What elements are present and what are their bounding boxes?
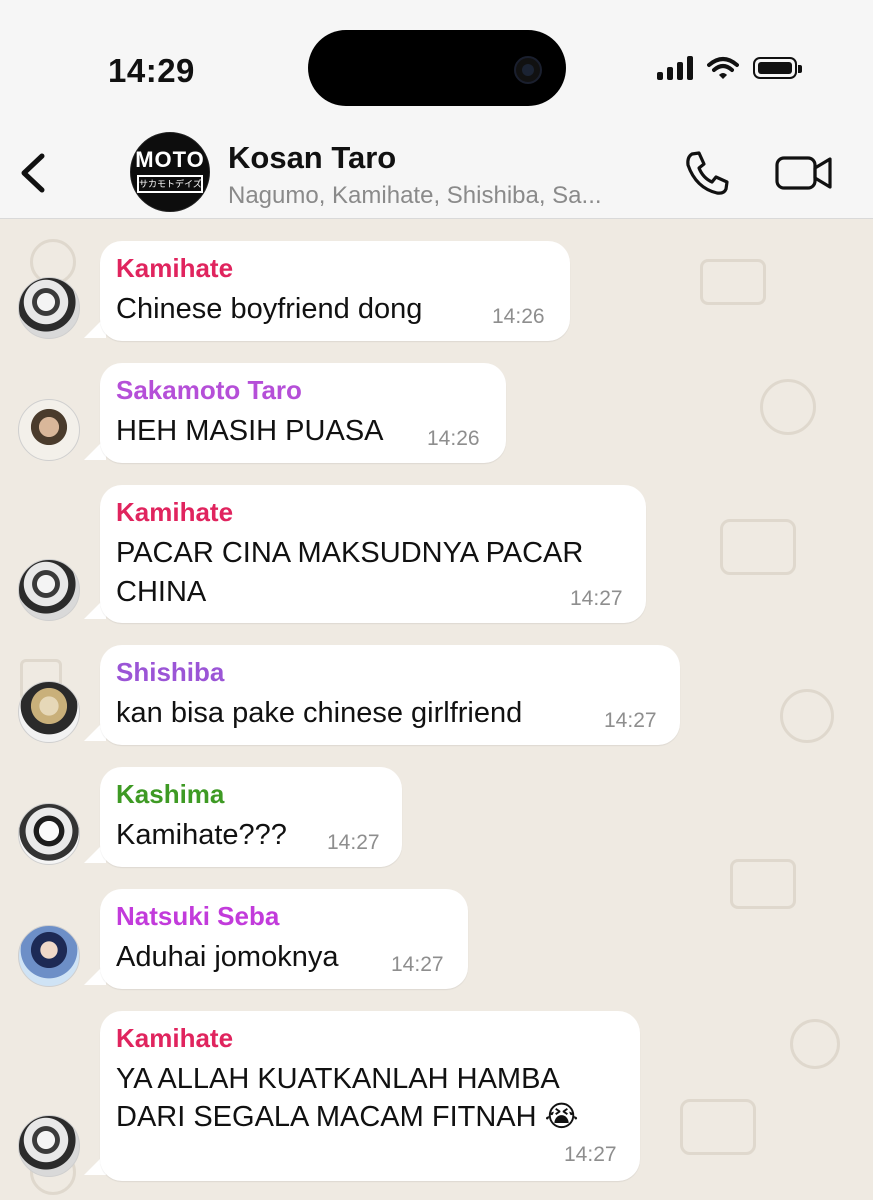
message-time: 14:27 (327, 831, 380, 854)
battery-icon (753, 57, 802, 79)
wallpaper-doodle (730, 859, 796, 909)
sender-name: Kamihate (116, 1023, 234, 1053)
message-bubble[interactable]: Kashima Kamihate??? 14:27 (100, 767, 402, 867)
group-name[interactable]: Kosan Taro (228, 140, 396, 176)
sender-avatar[interactable] (18, 803, 80, 865)
group-avatar[interactable]: MOTO サカモトデイズ (130, 132, 210, 212)
wallpaper-doodle (680, 1099, 756, 1155)
sender-name: Sakamoto Taro (116, 375, 302, 405)
status-time: 14:29 (108, 52, 195, 89)
wallpaper-doodle (790, 1019, 840, 1069)
message-text: DARI SEGALA MACAM FITNAH 😭 (116, 1101, 579, 1133)
message-text: kan bisa pake chinese girlfriend (116, 697, 523, 729)
message-time: 14:27 (564, 1143, 617, 1166)
sender-avatar[interactable] (18, 559, 80, 621)
wallpaper-doodle (780, 689, 834, 743)
message-text: Aduhai jomoknya (116, 941, 339, 973)
sender-avatar[interactable] (18, 925, 80, 987)
message-text: YA ALLAH KUATKANLAH HAMBA (116, 1063, 560, 1095)
message-text: Kamihate??? (116, 819, 287, 851)
wallpaper-doodle (700, 259, 766, 305)
group-avatar-subtext: サカモトデイズ (137, 175, 203, 193)
message-time: 14:27 (570, 587, 623, 610)
wallpaper-doodle (720, 519, 796, 575)
camera-icon (514, 56, 542, 84)
back-chevron-icon[interactable] (14, 148, 54, 198)
status-icons (657, 56, 802, 80)
message-bubble[interactable]: Kamihate YA ALLAH KUATKANLAH HAMBA DARI … (100, 1011, 640, 1181)
message-time: 14:26 (427, 427, 480, 450)
message-text: PACAR CINA MAKSUDNYA PACAR (116, 537, 584, 569)
video-call-icon[interactable] (774, 152, 834, 194)
phone-call-icon[interactable] (682, 148, 732, 198)
message-text: HEH MASIH PUASA (116, 415, 384, 447)
sender-avatar[interactable] (18, 399, 80, 461)
message-bubble[interactable]: Shishiba kan bisa pake chinese girlfrien… (100, 645, 680, 745)
message-time: 14:27 (604, 709, 657, 732)
message-bubble[interactable]: Natsuki Seba Aduhai jomoknya 14:27 (100, 889, 468, 989)
message-bubble[interactable]: Kamihate Chinese boyfriend dong 14:26 (100, 241, 570, 341)
dynamic-island (308, 30, 566, 106)
message-text: Chinese boyfriend dong (116, 293, 423, 325)
sender-name: Shishiba (116, 657, 225, 687)
sender-avatar[interactable] (18, 277, 80, 339)
sender-name: Kamihate (116, 253, 234, 283)
message-list[interactable]: Kamihate Chinese boyfriend dong 14:26 Sa… (0, 219, 873, 1200)
message-time: 14:27 (391, 953, 444, 976)
message-bubble[interactable]: Sakamoto Taro HEH MASIH PUASA 14:26 (100, 363, 506, 463)
group-members[interactable]: Nagumo, Kamihate, Shishiba, Sa... (228, 182, 602, 210)
sender-name: Natsuki Seba (116, 901, 280, 931)
chat-header: 14:29 MOTO サカモトデイズ Kosan Taro Nagumo, Ka… (0, 0, 873, 219)
sender-name: Kamihate (116, 497, 234, 527)
sender-name: Kashima (116, 779, 225, 809)
sender-avatar[interactable] (18, 681, 80, 743)
wallpaper-doodle (760, 379, 816, 435)
sender-avatar[interactable] (18, 1115, 80, 1177)
signal-icon (657, 56, 693, 80)
message-time: 14:26 (492, 305, 545, 328)
message-text: CHINA (116, 576, 207, 608)
message-bubble[interactable]: Kamihate PACAR CINA MAKSUDNYA PACAR CHIN… (100, 485, 646, 623)
wifi-icon (707, 57, 739, 79)
group-avatar-logo: MOTO (135, 147, 205, 172)
